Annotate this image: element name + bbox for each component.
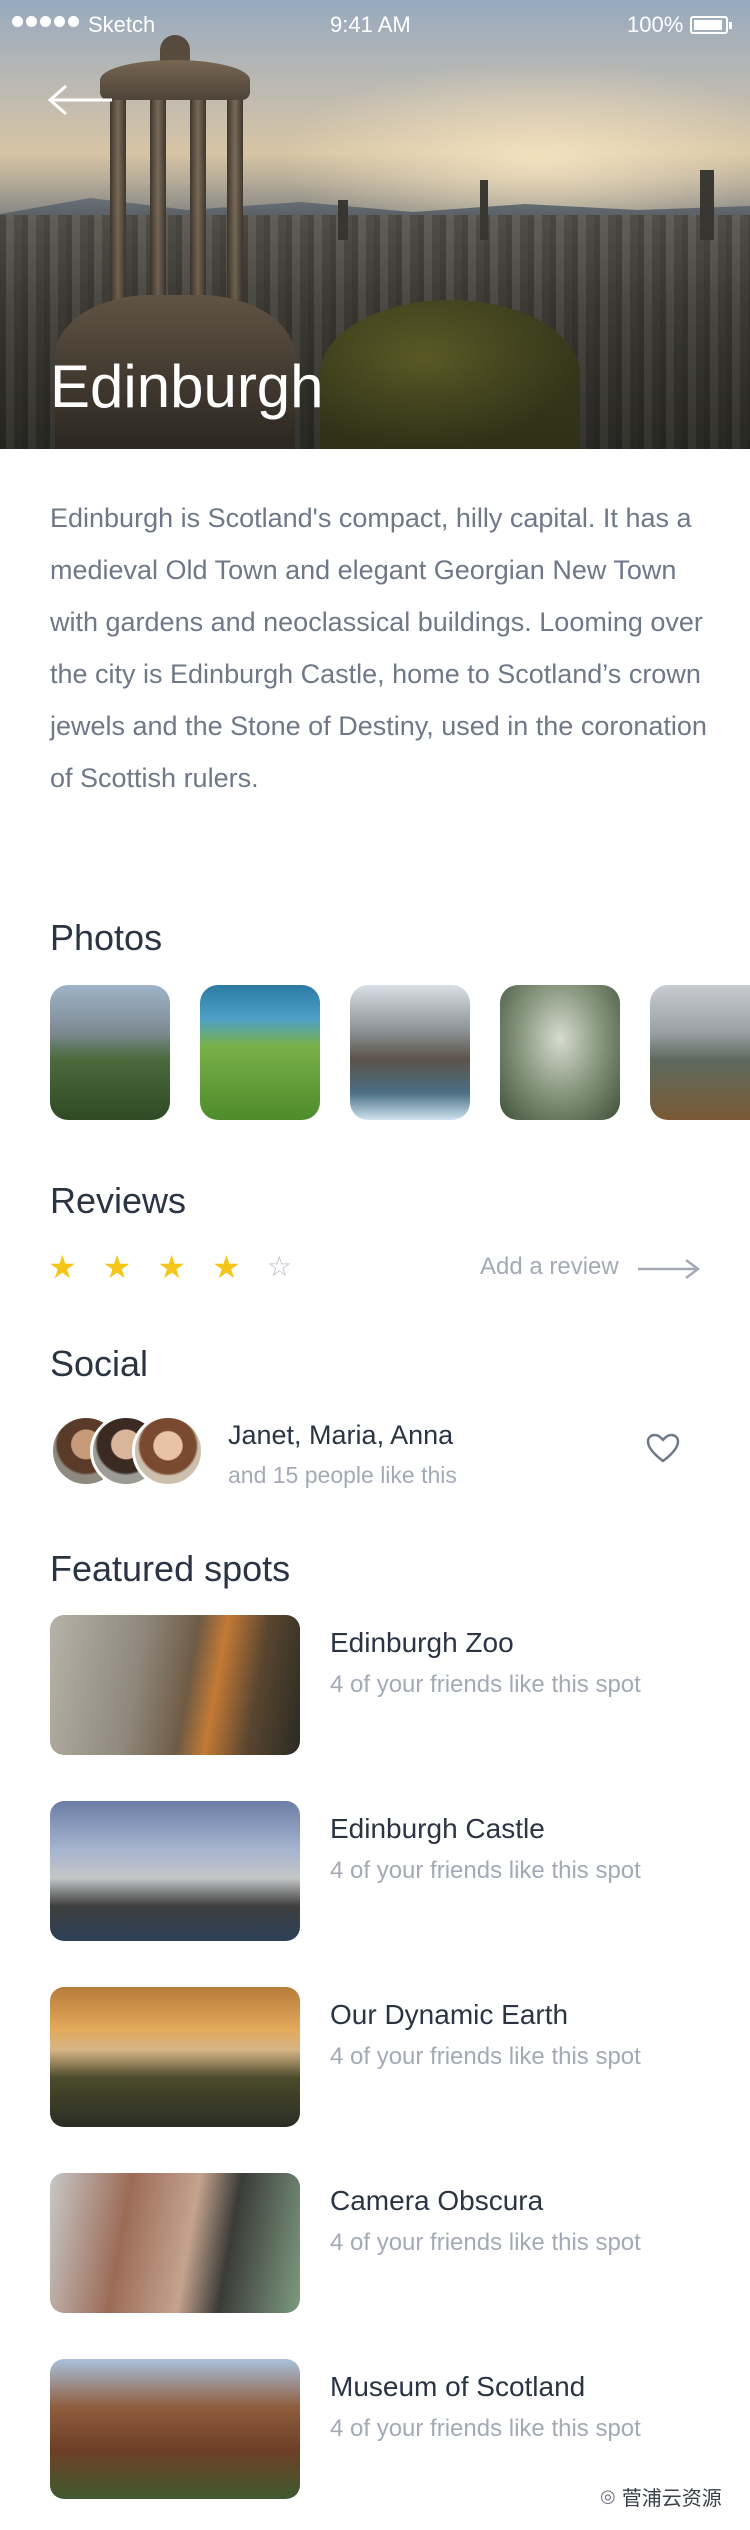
spot-subtitle: 4 of your friends like this spot: [330, 2229, 641, 2256]
avatar[interactable]: [132, 1415, 204, 1487]
back-button[interactable]: [46, 80, 116, 120]
photos-heading: Photos: [50, 917, 163, 958]
social-names: Janet, Maria, Anna: [228, 1420, 454, 1450]
featured-heading: Featured spots: [50, 1548, 291, 1589]
featured-spot[interactable]: Edinburgh Zoo 4 of your friends like thi…: [50, 1615, 710, 1755]
star-filled-icon[interactable]: ★: [212, 1250, 241, 1284]
featured-spot[interactable]: Edinburgh Castle 4 of your friends like …: [50, 1801, 710, 1941]
social-heading: Social: [50, 1343, 149, 1384]
page-title: Edinburgh: [50, 353, 324, 420]
watermark-text: 菅浦云资源: [621, 2488, 722, 2510]
like-button[interactable]: [645, 1432, 681, 1464]
photo-gallery[interactable]: [50, 985, 750, 1120]
carrier-label: Sketch: [88, 12, 156, 37]
add-review-link[interactable]: Add a review: [480, 1253, 619, 1281]
star-filled-icon[interactable]: ★: [103, 1250, 132, 1284]
star-filled-icon[interactable]: ★: [157, 1250, 186, 1284]
featured-spot[interactable]: Our Dynamic Earth 4 of your friends like…: [50, 1987, 710, 2127]
arrow-right-icon: [638, 1259, 701, 1279]
spot-subtitle: 4 of your friends like this spot: [330, 1857, 641, 1884]
arrow-left-icon: [47, 84, 112, 116]
star-rating[interactable]: ★ ★ ★ ★ ☆: [48, 1250, 292, 1284]
spot-subtitle: 4 of your friends like this spot: [330, 2043, 641, 2070]
add-review-arrow[interactable]: [636, 1257, 702, 1281]
wechat-icon: ◎: [600, 2486, 616, 2506]
star-filled-icon[interactable]: ★: [48, 1250, 77, 1284]
photo-thumbnail[interactable]: [350, 985, 470, 1120]
spot-thumbnail[interactable]: [50, 2359, 300, 2499]
status-bar: Sketch 9:41 AM 100%: [0, 0, 750, 50]
spot-subtitle: 4 of your friends like this spot: [330, 2415, 641, 2442]
spot-thumbnail[interactable]: [50, 1615, 300, 1755]
photo-thumbnail[interactable]: [200, 985, 320, 1120]
spot-name: Edinburgh Castle: [330, 1813, 545, 1844]
photo-thumbnail[interactable]: [500, 985, 620, 1120]
spot-subtitle: 4 of your friends like this spot: [330, 1671, 641, 1698]
spot-name: Our Dynamic Earth: [330, 1999, 569, 2030]
star-empty-icon[interactable]: ☆: [267, 1250, 292, 1284]
spot-thumbnail[interactable]: [50, 2173, 300, 2313]
social-likes-count: and 15 people like this: [228, 1462, 457, 1488]
photo-thumbnail[interactable]: [50, 985, 170, 1120]
spot-thumbnail[interactable]: [50, 1801, 300, 1941]
reviews-heading: Reviews: [50, 1180, 187, 1221]
heart-icon: [646, 1433, 680, 1463]
watermark: ◎ 菅浦云资源: [600, 2482, 722, 2511]
featured-spot[interactable]: Museum of Scotland 4 of your friends lik…: [50, 2359, 710, 2499]
friend-avatars[interactable]: [50, 1415, 210, 1491]
status-time: 9:41 AM: [330, 12, 411, 37]
battery-icon: [690, 16, 732, 34]
spot-name: Camera Obscura: [330, 2185, 544, 2216]
spot-thumbnail[interactable]: [50, 1987, 300, 2127]
spot-name: Edinburgh Zoo: [330, 1627, 514, 1658]
city-description: Edinburgh is Scotland's compact, hilly c…: [50, 503, 707, 793]
featured-spot[interactable]: Camera Obscura 4 of your friends like th…: [50, 2173, 710, 2313]
photo-thumbnail[interactable]: [650, 985, 750, 1120]
battery-percent: 100%: [627, 12, 684, 37]
signal-icon: [12, 16, 79, 27]
spot-name: Museum of Scotland: [330, 2371, 586, 2402]
